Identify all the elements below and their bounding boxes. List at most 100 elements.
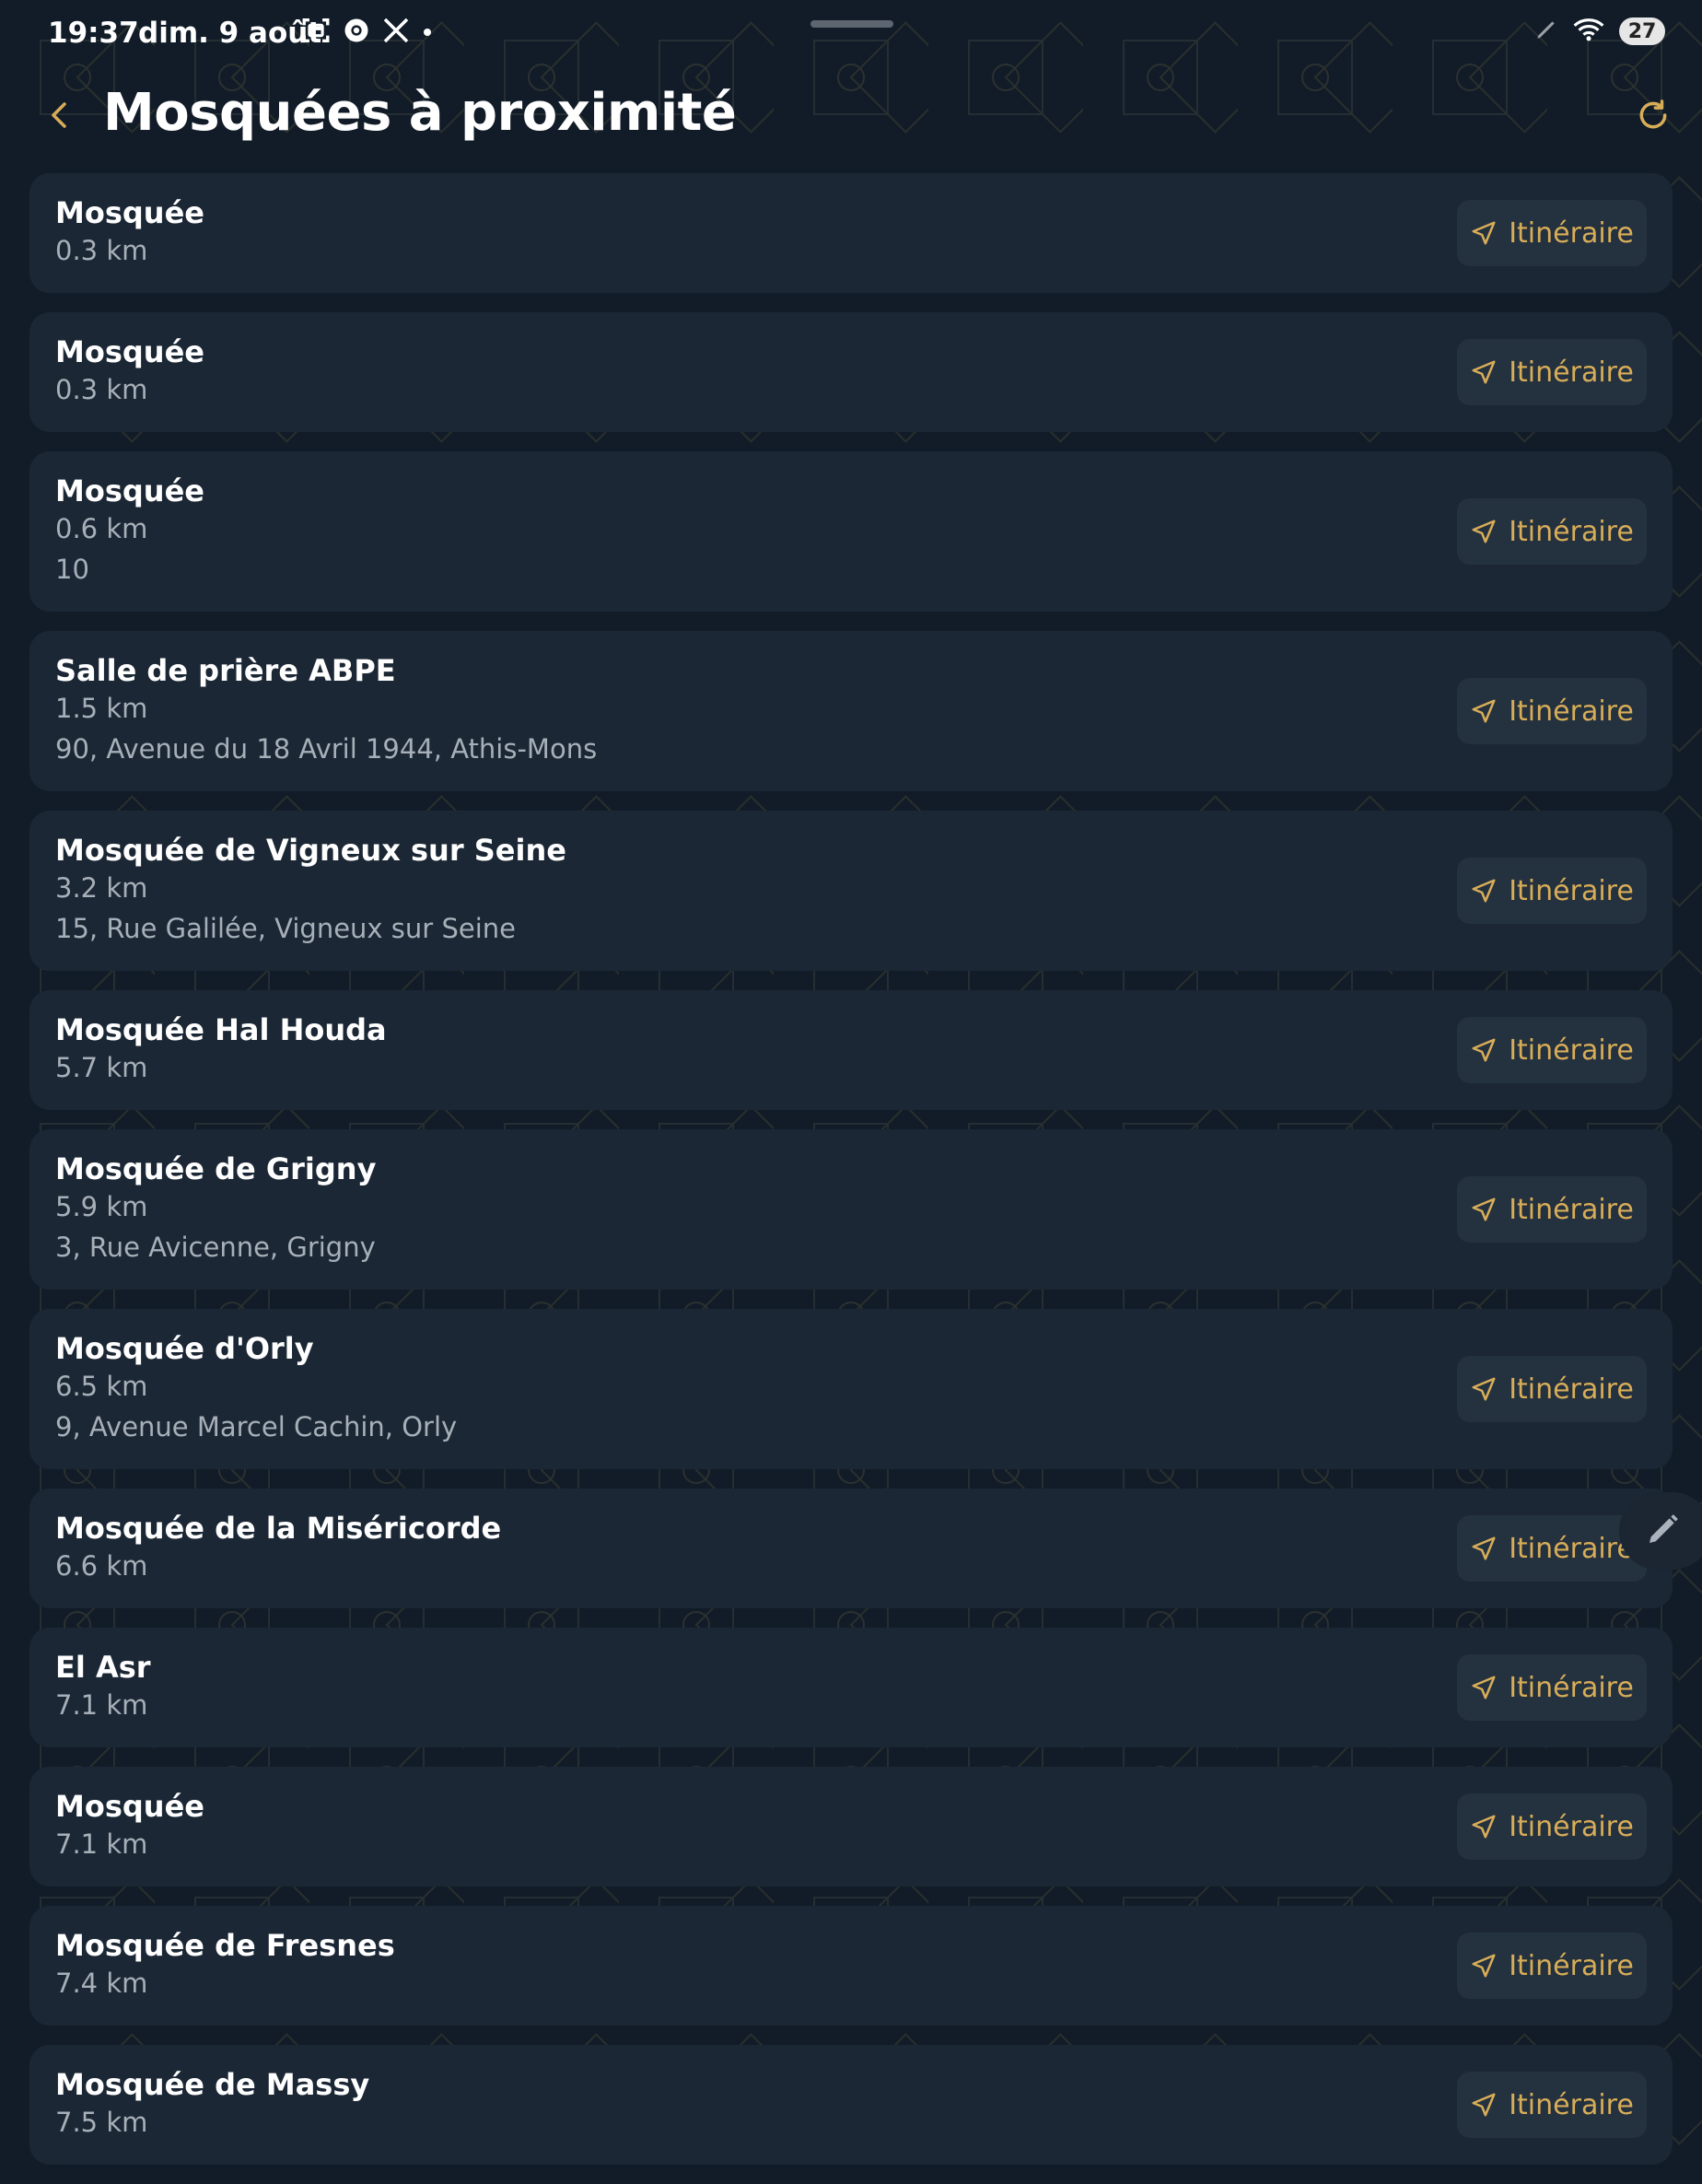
back-button[interactable] bbox=[41, 96, 77, 138]
navigation-arrow-icon bbox=[1470, 1196, 1498, 1223]
mosque-card[interactable]: Mosquée de Fresnes 7.4 km Itinéraire bbox=[29, 1906, 1673, 2026]
itinerary-button[interactable]: Itinéraire bbox=[1457, 1176, 1647, 1243]
itinerary-label: Itinéraire bbox=[1509, 515, 1634, 548]
mosque-name: El Asr bbox=[55, 1650, 151, 1685]
drag-handle[interactable] bbox=[810, 20, 893, 28]
wifi-icon bbox=[1573, 17, 1604, 46]
itinerary-button[interactable]: Itinéraire bbox=[1457, 200, 1647, 266]
mosque-card[interactable]: Mosquée 0.6 km 10 Itinéraire bbox=[29, 451, 1673, 612]
itinerary-label: Itinéraire bbox=[1509, 1671, 1634, 1704]
mosque-name: Mosquée de Grigny bbox=[55, 1151, 377, 1186]
itinerary-label: Itinéraire bbox=[1509, 874, 1634, 907]
mosque-distance: 7.4 km bbox=[55, 1968, 148, 1999]
navigation-arrow-icon bbox=[1470, 1813, 1498, 1840]
mosque-card[interactable]: Mosquée Hal Houda 5.7 km Itinéraire bbox=[29, 990, 1673, 1110]
mosque-card[interactable]: Mosquée de la Miséricorde 6.6 km Itinéra… bbox=[29, 1489, 1673, 1608]
mosque-name: Mosquée bbox=[55, 334, 204, 369]
edit-floating-button[interactable] bbox=[1619, 1492, 1702, 1570]
mosque-distance: 6.6 km bbox=[55, 1550, 148, 1582]
itinerary-button[interactable]: Itinéraire bbox=[1457, 858, 1647, 924]
navigation-arrow-icon bbox=[1470, 877, 1498, 905]
status-bar: 19:37 dim. 9 août 27 bbox=[0, 0, 1702, 64]
navigation-arrow-icon bbox=[1470, 219, 1498, 247]
itinerary-button[interactable]: Itinéraire bbox=[1457, 498, 1647, 565]
itinerary-button[interactable]: Itinéraire bbox=[1457, 2072, 1647, 2138]
mosque-distance: 5.9 km bbox=[55, 1191, 148, 1222]
mosque-address: 9, Avenue Marcel Cachin, Orly bbox=[55, 1411, 458, 1442]
mosque-card[interactable]: Mosquée d'Orly 6.5 km 9, Avenue Marcel C… bbox=[29, 1309, 1673, 1469]
navigation-arrow-icon bbox=[1470, 1036, 1498, 1064]
mosque-name: Mosquée bbox=[55, 1789, 204, 1824]
page-title: Mosquées à proximité bbox=[103, 83, 737, 143]
mosque-card[interactable]: Mosquée de Vigneux sur Seine 3.2 km 15, … bbox=[29, 811, 1673, 971]
mosque-name: Mosquée d'Orly bbox=[55, 1331, 314, 1366]
mosque-name: Mosquée de la Miséricorde bbox=[55, 1511, 502, 1546]
navigation-arrow-icon bbox=[1470, 1952, 1498, 1980]
status-date: dim. 9 août bbox=[138, 17, 322, 50]
pen-icon bbox=[1534, 18, 1558, 45]
mosque-name: Mosquée bbox=[55, 195, 204, 230]
mosque-address: 90, Avenue du 18 Avril 1944, Athis-Mons bbox=[55, 733, 598, 765]
itinerary-button[interactable]: Itinéraire bbox=[1457, 1793, 1647, 1860]
mosque-card[interactable]: Mosquée de Grigny 5.9 km 3, Rue Avicenne… bbox=[29, 1129, 1673, 1290]
mosque-card[interactable]: Mosquée 0.3 km Itinéraire bbox=[29, 173, 1673, 293]
itinerary-button[interactable]: Itinéraire bbox=[1457, 1933, 1647, 1999]
itinerary-label: Itinéraire bbox=[1509, 1532, 1634, 1565]
refresh-button[interactable] bbox=[1632, 96, 1674, 138]
mosque-card[interactable]: El Asr 7.1 km Itinéraire bbox=[29, 1628, 1673, 1747]
itinerary-button[interactable]: Itinéraire bbox=[1457, 1356, 1647, 1422]
mosque-card[interactable]: Mosquée 7.1 km Itinéraire bbox=[29, 1767, 1673, 1886]
navigation-arrow-icon bbox=[1470, 2091, 1498, 2119]
status-right-icons: 27 bbox=[1534, 17, 1665, 46]
mosque-card[interactable]: Mosquée de Massy 7.5 km Itinéraire bbox=[29, 2045, 1673, 2165]
itinerary-label: Itinéraire bbox=[1509, 1193, 1634, 1226]
mosque-distance: 1.5 km bbox=[55, 693, 148, 724]
itinerary-label: Itinéraire bbox=[1509, 216, 1634, 250]
mosque-name: Salle de prière ABPE bbox=[55, 653, 396, 688]
mosque-address: 15, Rue Galilée, Vigneux sur Seine bbox=[55, 913, 516, 944]
navigation-arrow-icon bbox=[1470, 1535, 1498, 1562]
status-left-icons bbox=[300, 15, 433, 50]
navigation-arrow-icon bbox=[1470, 697, 1498, 725]
navigation-arrow-icon bbox=[1470, 1674, 1498, 1701]
mosque-distance: 5.7 km bbox=[55, 1052, 148, 1083]
mosque-name: Mosquée Hal Houda bbox=[55, 1012, 387, 1047]
mosque-distance: 0.3 km bbox=[55, 374, 148, 405]
mosque-distance: 0.3 km bbox=[55, 235, 148, 266]
mosque-name: Mosquée de Vigneux sur Seine bbox=[55, 833, 566, 868]
chevron-left-icon bbox=[48, 99, 70, 135]
tools-icon bbox=[381, 16, 411, 49]
mosque-address: 3, Rue Avicenne, Grigny bbox=[55, 1232, 376, 1263]
chrome-icon bbox=[343, 17, 370, 48]
itinerary-label: Itinéraire bbox=[1509, 1034, 1634, 1067]
navigation-arrow-icon bbox=[1470, 358, 1498, 386]
header: Mosquées à proximité bbox=[0, 77, 1702, 157]
mosque-list: Mosquée 0.3 km Itinéraire Mosquée 0.3 km… bbox=[29, 173, 1673, 2184]
navigation-arrow-icon bbox=[1470, 518, 1498, 545]
itinerary-label: Itinéraire bbox=[1509, 1810, 1634, 1843]
dot-icon bbox=[422, 24, 433, 41]
mosque-distance: 6.5 km bbox=[55, 1371, 148, 1402]
battery-icon: 27 bbox=[1619, 18, 1665, 45]
itinerary-button[interactable]: Itinéraire bbox=[1457, 339, 1647, 405]
itinerary-button[interactable]: Itinéraire bbox=[1457, 1017, 1647, 1083]
itinerary-label: Itinéraire bbox=[1509, 695, 1634, 728]
mosque-distance: 3.2 km bbox=[55, 872, 148, 904]
itinerary-label: Itinéraire bbox=[1509, 1949, 1634, 1982]
mosque-distance: 7.1 km bbox=[55, 1828, 148, 1860]
screenshot-icon bbox=[300, 15, 332, 50]
mosque-address: 10 bbox=[55, 554, 89, 585]
pencil-icon bbox=[1645, 1511, 1682, 1551]
itinerary-button[interactable]: Itinéraire bbox=[1457, 1515, 1647, 1582]
itinerary-label: Itinéraire bbox=[1509, 2088, 1634, 2121]
mosque-card[interactable]: Salle de prière ABPE 1.5 km 90, Avenue d… bbox=[29, 631, 1673, 791]
refresh-icon bbox=[1636, 98, 1671, 136]
itinerary-button[interactable]: Itinéraire bbox=[1457, 1654, 1647, 1721]
mosque-distance: 0.6 km bbox=[55, 513, 148, 544]
mosque-distance: 7.1 km bbox=[55, 1689, 148, 1721]
mosque-name: Mosquée de Massy bbox=[55, 2067, 370, 2102]
itinerary-button[interactable]: Itinéraire bbox=[1457, 678, 1647, 744]
mosque-name: Mosquée bbox=[55, 473, 204, 508]
mosque-card[interactable]: Mosquée 0.3 km Itinéraire bbox=[29, 312, 1673, 432]
navigation-arrow-icon bbox=[1470, 1375, 1498, 1403]
